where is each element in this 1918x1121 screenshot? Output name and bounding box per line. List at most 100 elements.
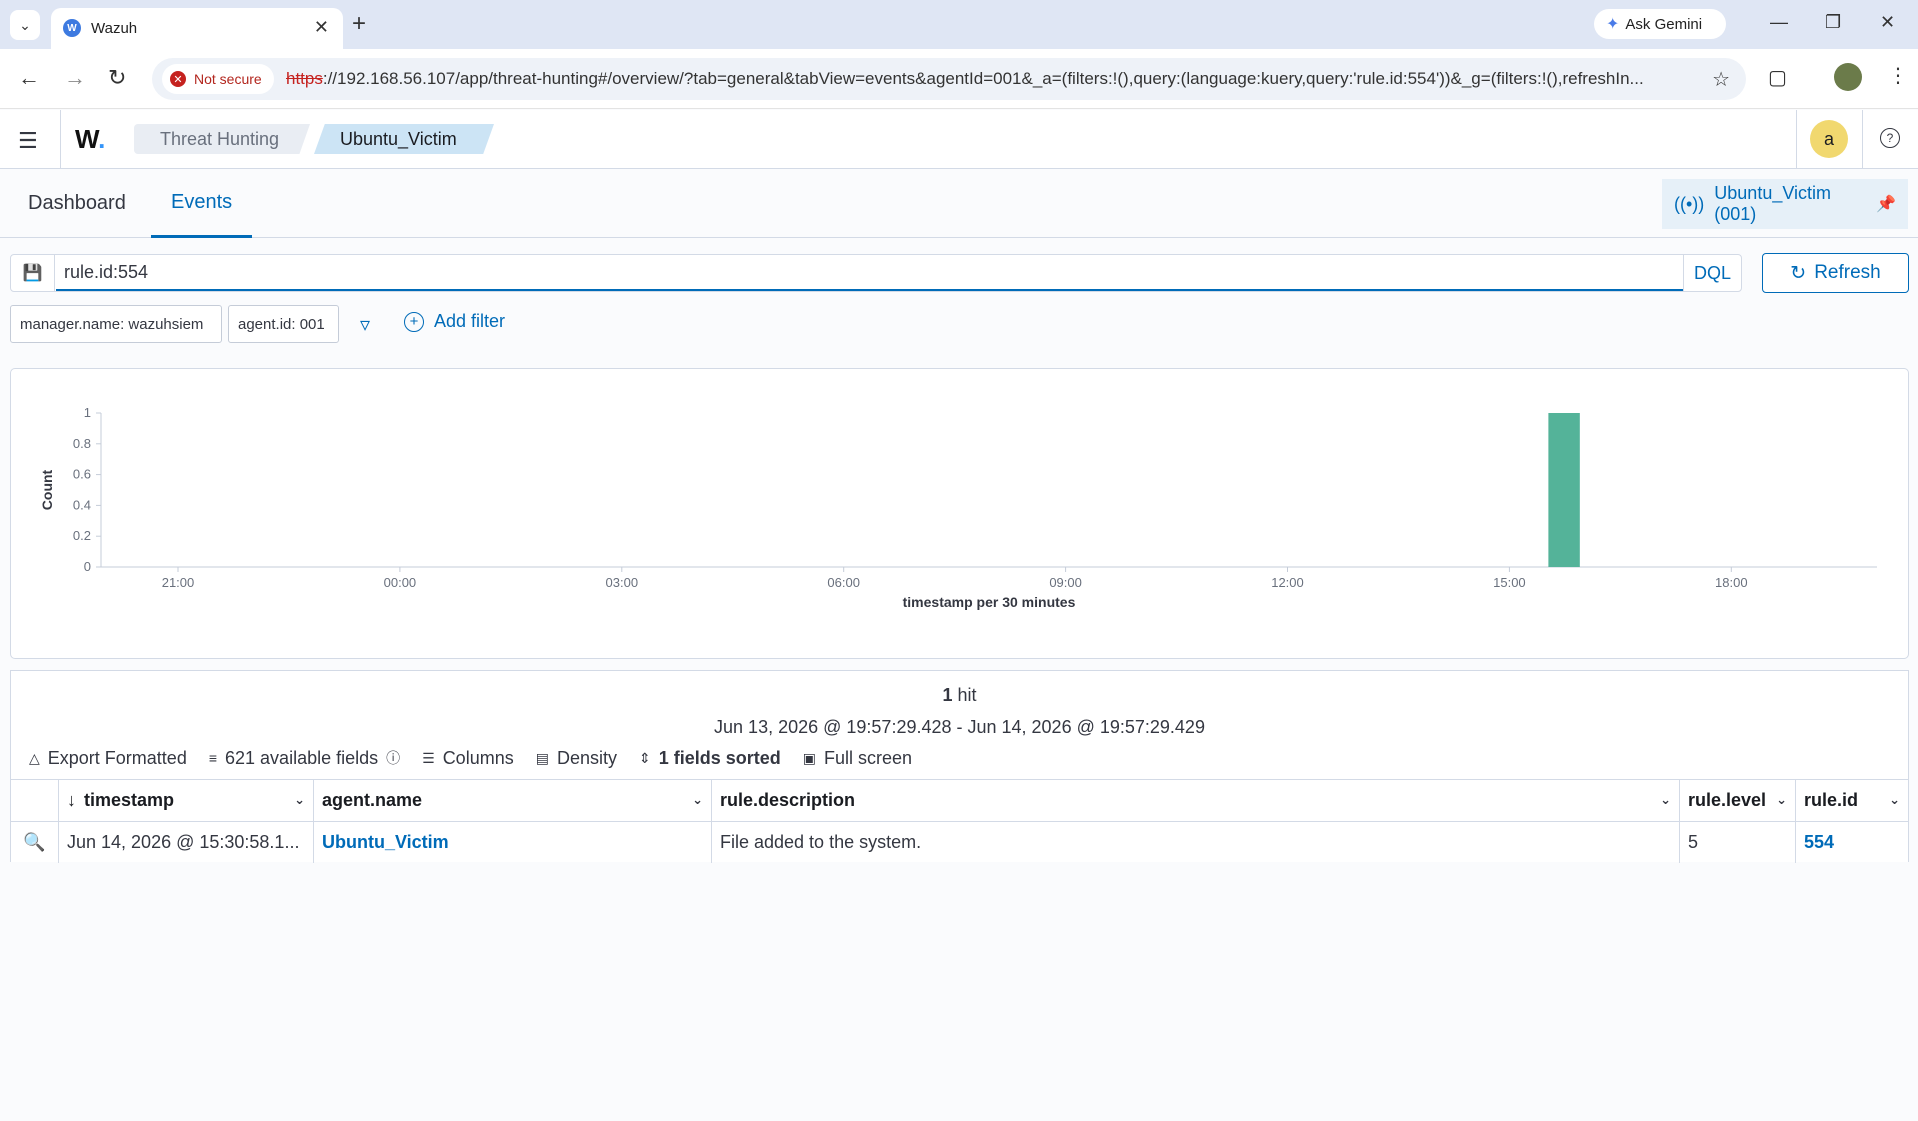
column-header-agent-name[interactable]: agent.name ⌄ bbox=[314, 780, 712, 821]
hits-count: 1 hit bbox=[11, 685, 1908, 706]
filter-pill-agent[interactable]: agent.id: 001 bbox=[228, 305, 339, 343]
tab-dashboard[interactable]: Dashboard bbox=[8, 169, 146, 238]
restore-icon[interactable]: ❐ bbox=[1825, 12, 1841, 33]
tab-events[interactable]: Events bbox=[151, 169, 253, 238]
density-icon: ▤ bbox=[535, 749, 549, 766]
export-button[interactable]: △ Export Formatted bbox=[29, 748, 187, 769]
x-axis-label: timestamp per 30 minutes bbox=[903, 594, 1076, 610]
cell-agent-name-link[interactable]: Ubuntu_Victim bbox=[314, 822, 712, 863]
more-menu-icon[interactable]: ⋮ bbox=[1888, 63, 1908, 88]
minimize-icon[interactable]: — bbox=[1770, 12, 1788, 33]
x-tick-label: 00:00 bbox=[384, 575, 417, 590]
x-tick-label: 03:00 bbox=[606, 575, 639, 590]
fullscreen-button[interactable]: ▣ Full screen bbox=[803, 748, 912, 769]
wazuh-logo[interactable]: W. bbox=[75, 124, 105, 155]
cell-timestamp[interactable]: Jun 14, 2026 @ 15:30:58.1... bbox=[59, 822, 314, 863]
bookmark-star-icon[interactable]: ☆ bbox=[1712, 67, 1730, 92]
cell-rule-id-link[interactable]: 554 bbox=[1796, 822, 1908, 863]
export-label: Export Formatted bbox=[47, 747, 187, 768]
browser-tabbar: ⌄ W Wazuh ✕ + ✦ Ask Gemini — ❐ ✕ bbox=[0, 0, 1918, 49]
chevron-down-icon[interactable]: ⌄ bbox=[1660, 792, 1671, 808]
y-tick-label: 0.6 bbox=[73, 467, 91, 482]
ask-gemini-button[interactable]: ✦ Ask Gemini bbox=[1594, 9, 1726, 39]
query-input[interactable] bbox=[56, 255, 1684, 291]
columns-label: Columns bbox=[442, 747, 514, 768]
back-arrow-icon[interactable]: ← bbox=[18, 65, 40, 91]
url-rest: ://192.168.56.107/app/threat-hunting#/ov… bbox=[322, 69, 1644, 88]
columns-icon: ☰ bbox=[422, 749, 435, 766]
breadcrumb-threat-hunting[interactable]: Threat Hunting bbox=[134, 124, 310, 154]
data-grid: ↓ timestamp ⌄ agent.name ⌄ rule.descript… bbox=[11, 779, 1908, 863]
ask-gemini-label: Ask Gemini bbox=[1625, 15, 1703, 33]
cell-rule-description[interactable]: File added to the system. bbox=[712, 822, 1680, 863]
chevron-down-icon[interactable]: ⌄ bbox=[1776, 792, 1787, 808]
add-filter-button[interactable]: + Add filter bbox=[404, 311, 505, 332]
density-button[interactable]: ▤ Density bbox=[536, 748, 617, 769]
breadcrumb-agent[interactable]: Ubuntu_Victim bbox=[314, 124, 494, 154]
gemini-sparkle-icon: ✦ bbox=[1606, 16, 1620, 33]
save-query-icon[interactable]: 💾 bbox=[11, 255, 55, 291]
header-divider bbox=[60, 110, 61, 169]
column-header-label: rule.description bbox=[720, 790, 856, 810]
menu-hamburger-icon[interactable]: ☰ bbox=[18, 128, 38, 154]
close-tab-icon[interactable]: ✕ bbox=[314, 17, 329, 38]
add-filter-label: Add filter bbox=[434, 311, 506, 331]
column-header-rule-level[interactable]: rule.level ⌄ bbox=[1680, 780, 1796, 821]
omnibox[interactable]: ✕ Not secure https://192.168.56.107/app/… bbox=[152, 58, 1746, 100]
query-bar: 💾 DQL bbox=[10, 254, 1742, 292]
url-scheme: https bbox=[286, 69, 323, 88]
hits-label: hit bbox=[952, 685, 977, 705]
pin-icon[interactable]: 📌 bbox=[1876, 194, 1896, 214]
info-icon[interactable]: ⓘ bbox=[386, 748, 400, 768]
chevron-down-icon[interactable]: ⌄ bbox=[692, 792, 703, 808]
y-tick-label: 0.4 bbox=[73, 497, 91, 512]
chevron-down-icon[interactable]: ⌄ bbox=[294, 792, 305, 808]
fields-icon: ≡ bbox=[208, 750, 218, 766]
inspect-document-icon[interactable]: 🔍 bbox=[23, 832, 45, 853]
chevron-down-icon[interactable]: ⌄ bbox=[1889, 792, 1900, 808]
sort-button[interactable]: ⇕ 1 fields sorted bbox=[639, 748, 781, 769]
help-icon[interactable]: ? bbox=[1880, 128, 1900, 148]
column-header-rule-id[interactable]: rule.id ⌄ bbox=[1796, 780, 1908, 821]
column-header-label: rule.level bbox=[1688, 790, 1767, 810]
column-header-rule-description[interactable]: rule.description ⌄ bbox=[712, 780, 1680, 821]
hits-number: 1 bbox=[942, 685, 953, 705]
forward-arrow-icon[interactable]: → bbox=[64, 65, 86, 91]
cell-rule-level[interactable]: 5 bbox=[1680, 822, 1796, 863]
x-tick-label: 06:00 bbox=[827, 575, 860, 590]
refresh-button[interactable]: ↻ Refresh bbox=[1762, 253, 1909, 293]
profile-avatar[interactable] bbox=[1834, 63, 1862, 91]
y-tick-label: 0.8 bbox=[73, 436, 91, 451]
browser-tab[interactable]: W Wazuh ✕ bbox=[51, 8, 343, 49]
reload-icon[interactable]: ↻ bbox=[108, 65, 126, 91]
y-axis-label: Count bbox=[39, 469, 55, 510]
query-language-toggle[interactable]: DQL bbox=[1683, 255, 1741, 291]
fullscreen-icon: ▣ bbox=[802, 749, 816, 766]
grid-toolbar: △ Export Formatted ≡ 621 available fields ⓘ… bbox=[29, 746, 912, 770]
column-header-label: agent.name bbox=[322, 790, 423, 810]
pinned-agent-button[interactable]: ((•)) Ubuntu_Victim (001) 📌 bbox=[1662, 179, 1908, 229]
url-text[interactable]: https://192.168.56.107/app/threat-huntin… bbox=[286, 69, 1686, 89]
filter-pill-manager[interactable]: manager.name: wazuhsiem bbox=[10, 305, 222, 343]
browser-toolbar: ← → ↻ ✕ Not secure https://192.168.56.10… bbox=[0, 49, 1918, 109]
x-tick-label: 21:00 bbox=[162, 575, 195, 590]
close-window-icon[interactable]: ✕ bbox=[1880, 12, 1895, 33]
agent-broadcast-icon: ((•)) bbox=[1674, 193, 1705, 214]
tab-list-chevron-icon[interactable]: ⌄ bbox=[10, 10, 40, 40]
y-tick-label: 0 bbox=[84, 559, 91, 574]
new-tab-button[interactable]: + bbox=[352, 10, 366, 38]
user-avatar[interactable]: a bbox=[1810, 120, 1848, 158]
not-secure-chip[interactable]: ✕ Not secure bbox=[162, 64, 274, 94]
x-tick-label: 12:00 bbox=[1271, 575, 1304, 590]
y-tick-label: 0.2 bbox=[73, 528, 91, 543]
header-divider bbox=[1862, 110, 1863, 169]
filter-funnel-icon[interactable]: ▿ bbox=[360, 312, 370, 337]
columns-button[interactable]: ☰ Columns bbox=[422, 748, 514, 769]
available-fields-label: 621 available fields bbox=[225, 747, 379, 768]
column-header-label: rule.id bbox=[1804, 790, 1859, 810]
available-fields-button[interactable]: ≡ 621 available fields ⓘ bbox=[209, 748, 400, 769]
extensions-icon[interactable]: ▢ bbox=[1768, 65, 1787, 90]
header-control-cell bbox=[11, 780, 59, 821]
plus-circle-icon: + bbox=[404, 311, 424, 332]
column-header-timestamp[interactable]: ↓ timestamp ⌄ bbox=[59, 780, 314, 821]
